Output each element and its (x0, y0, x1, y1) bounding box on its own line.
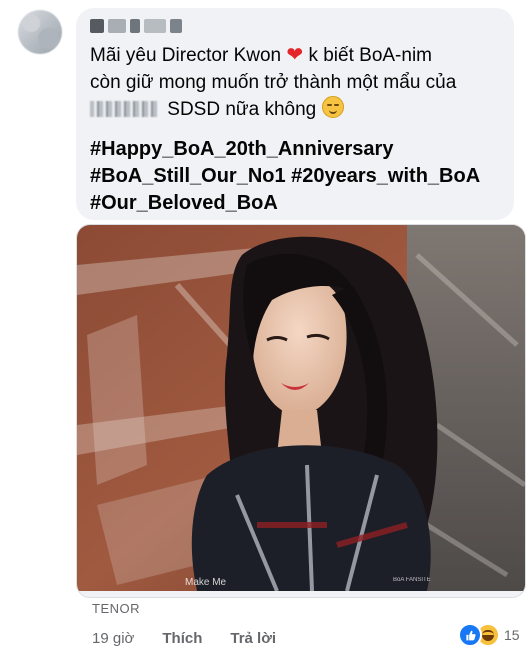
reaction-count: 15 (504, 627, 520, 643)
relieved-face-icon (321, 96, 344, 118)
comment-line-2: k biết BoA-nim (308, 45, 432, 66)
reply-button[interactable]: Trả lời (230, 630, 276, 647)
reaction-summary[interactable]: 15 (458, 623, 520, 647)
gif-credit: BoA FANSITE (393, 577, 431, 583)
heart-icon: ❤ (286, 44, 304, 66)
like-button[interactable]: Thích (162, 630, 202, 647)
comment-line-1: Mãi yêu Director Kwon (90, 45, 282, 66)
gif-attachment[interactable]: Make Me BoA FANSITE (76, 224, 526, 598)
redacted-text (90, 101, 158, 117)
comment-line-3: còn giữ mong muốn trở thành một mẩu của (90, 72, 457, 93)
avatar[interactable] (18, 10, 62, 54)
comment-text: Mãi yêu Director Kwon ❤ k biết BoA-nim c… (90, 42, 506, 123)
gif-image (77, 225, 525, 591)
hashtag-line-3[interactable]: #Our_Beloved_BoA (90, 190, 506, 217)
comment-timestamp[interactable]: 19 giờ (92, 630, 134, 647)
hashtag-line-1[interactable]: #Happy_BoA_20th_Anniversary (90, 136, 506, 163)
comment-line-4: SDSD nữa không (167, 99, 317, 120)
gif-provider-label: TENOR (92, 601, 140, 616)
like-icon (458, 623, 482, 647)
comment-bubble: Mãi yêu Director Kwon ❤ k biết BoA-nim c… (76, 8, 514, 220)
author-name[interactable] (90, 14, 182, 38)
gif-caption: Make Me (185, 577, 227, 588)
comment-actions: 19 giờ Thích Trả lời (92, 630, 276, 647)
hashtags: #Happy_BoA_20th_Anniversary #BoA_Still_O… (90, 136, 506, 217)
hashtag-line-2[interactable]: #BoA_Still_Our_No1 #20years_with_BoA (90, 163, 506, 190)
